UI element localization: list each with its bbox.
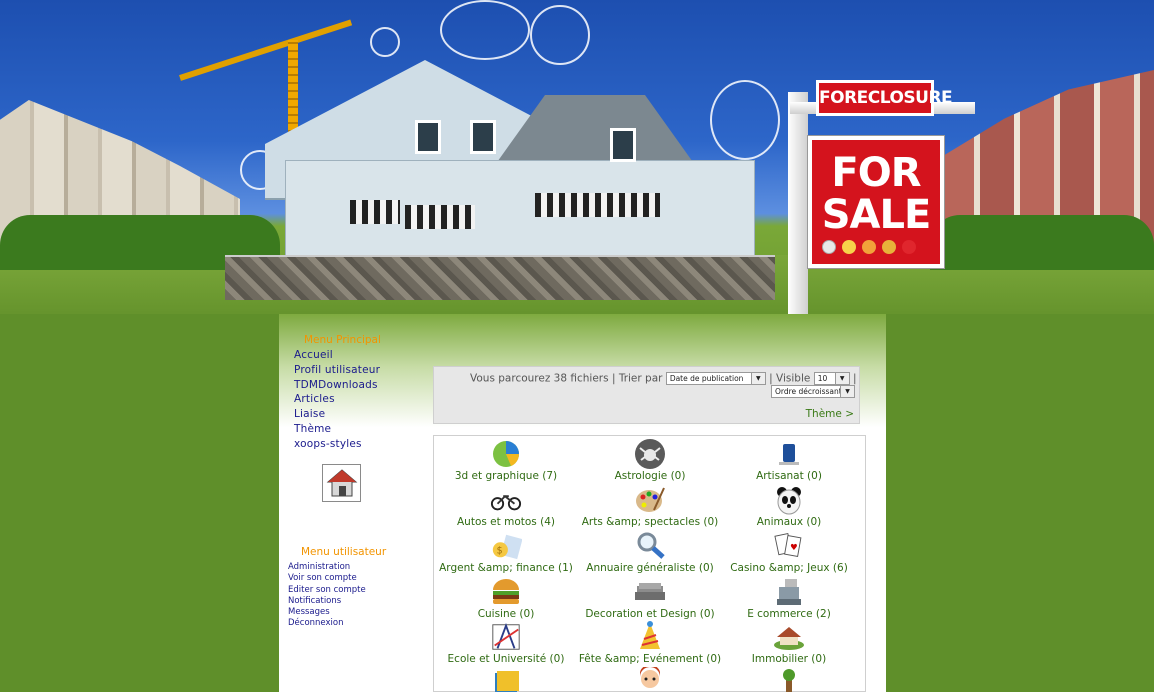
child-icon [634, 666, 666, 692]
magnifier-icon [634, 530, 666, 562]
foreclosure-sign: FORECLOSURE [816, 80, 953, 116]
category-item[interactable]: Arts &amp; spectacles (0) [578, 484, 722, 529]
palette-icon [634, 484, 666, 516]
cards-icon: ♥ [773, 530, 805, 562]
book-icon [490, 666, 522, 692]
user-menu-admin[interactable]: Administration [288, 562, 366, 573]
category-item[interactable]: Immobilier (0) [717, 621, 861, 666]
user-menu-title: Menu utilisateur [301, 546, 387, 558]
category-item[interactable] [434, 666, 578, 692]
category-grid: 3d et graphique (7) Astrologie (0) Artis… [433, 435, 866, 692]
cash-register-icon [773, 576, 805, 608]
separator: | [769, 372, 773, 385]
visible-label: Visible [776, 372, 811, 385]
user-menu: Administration Voir son compte Editer so… [288, 562, 366, 630]
burger-icon [490, 576, 522, 608]
house-icon [773, 621, 805, 653]
menu-item-xoops-styles[interactable]: xoops-styles [294, 437, 380, 452]
sign-line-sale: SALE [821, 192, 932, 238]
tree-icon [773, 666, 805, 692]
category-item[interactable] [717, 666, 861, 692]
user-menu-notifications[interactable]: Notifications [288, 596, 366, 607]
menu-item-theme[interactable]: Thème [294, 422, 380, 437]
power-icon[interactable] [902, 240, 916, 254]
category-item[interactable]: Cuisine (0) [434, 576, 578, 621]
order-select-value: Ordre décroissant [775, 387, 842, 396]
user-menu-messages[interactable]: Messages [288, 607, 366, 618]
panda-icon [773, 484, 805, 516]
file-count-text: Vous parcourez 38 fichiers [470, 372, 609, 385]
sign-post [788, 92, 808, 314]
menu-item-accueil[interactable]: Accueil [294, 348, 380, 363]
main-menu: Accueil Profil utilisateur TDMDownloads … [294, 348, 380, 452]
star-icon[interactable] [842, 240, 856, 254]
party-icon [634, 621, 666, 653]
category-item[interactable]: E commerce (2) [717, 576, 861, 621]
chevron-down-icon: ▼ [840, 386, 854, 397]
tools-icon[interactable] [882, 240, 896, 254]
chevron-down-icon: ▼ [750, 373, 765, 384]
separator: | [611, 372, 616, 385]
category-item[interactable]: Annuaire généraliste (0) [578, 530, 722, 575]
menu-item-profil[interactable]: Profil utilisateur [294, 363, 380, 378]
menu-item-tdmdownloads[interactable]: TDMDownloads [294, 378, 380, 393]
category-item[interactable]: Autos et motos (4) [434, 484, 578, 529]
money-icon: $ [490, 530, 522, 562]
user-menu-view-account[interactable]: Voir son compte [288, 573, 366, 584]
sort-select-value: Date de publication [669, 374, 744, 383]
sort-select[interactable]: Date de publication ▼ [665, 372, 766, 385]
category-item[interactable]: $ Argent &amp; finance (1) [434, 530, 578, 575]
downloads-toolbar: Vous parcourez 38 fichiers | Trier par D… [433, 366, 860, 424]
category-item[interactable]: ♥ Casino &amp; Jeux (6) [717, 530, 861, 575]
home-icon[interactable] [322, 464, 361, 502]
menu-item-articles[interactable]: Articles [294, 392, 380, 407]
theme-link[interactable]: Thème > [806, 408, 854, 420]
menu-item-liaise[interactable]: Liaise [294, 407, 380, 422]
user-menu-logout[interactable]: Déconnexion [288, 618, 366, 629]
house-image [225, 60, 775, 300]
sofa-icon [634, 576, 666, 608]
category-item[interactable]: Astrologie (0) [578, 438, 722, 483]
user-menu-edit-account[interactable]: Editer son compte [288, 585, 366, 596]
header-banner: FORECLOSURE FOR SALE [0, 0, 1154, 314]
sort-label: Trier par [618, 372, 663, 385]
svg-text:$: $ [497, 546, 503, 557]
search-icon[interactable] [822, 240, 836, 254]
pie-chart-icon [490, 438, 522, 470]
visible-select-value: 10 [817, 374, 828, 383]
banner-icon-bar [822, 240, 922, 258]
main-menu-title: Menu Principal [304, 334, 381, 346]
category-item[interactable]: Decoration et Design (0) [578, 576, 722, 621]
crab-icon [634, 438, 666, 470]
compass-icon [490, 621, 522, 653]
sign-line-for: FOR [831, 150, 921, 196]
category-item[interactable]: Fête &amp; Evénement (0) [578, 621, 722, 666]
chevron-down-icon: ▼ [834, 373, 849, 384]
visible-select[interactable]: 10 ▼ [813, 372, 850, 385]
category-item[interactable]: Animaux (0) [717, 484, 861, 529]
category-item[interactable] [578, 666, 722, 692]
category-item[interactable]: 3d et graphique (7) [434, 438, 578, 483]
separator: | [853, 372, 857, 385]
order-select[interactable]: Ordre décroissant ▼ [771, 385, 855, 398]
category-item[interactable]: Ecole et Université (0) [434, 621, 578, 666]
phone-icon [773, 438, 805, 470]
category-item[interactable]: Artisanat (0) [717, 438, 861, 483]
mail-icon[interactable] [862, 240, 876, 254]
motorbike-icon [490, 484, 522, 516]
svg-text:♥: ♥ [790, 542, 798, 552]
